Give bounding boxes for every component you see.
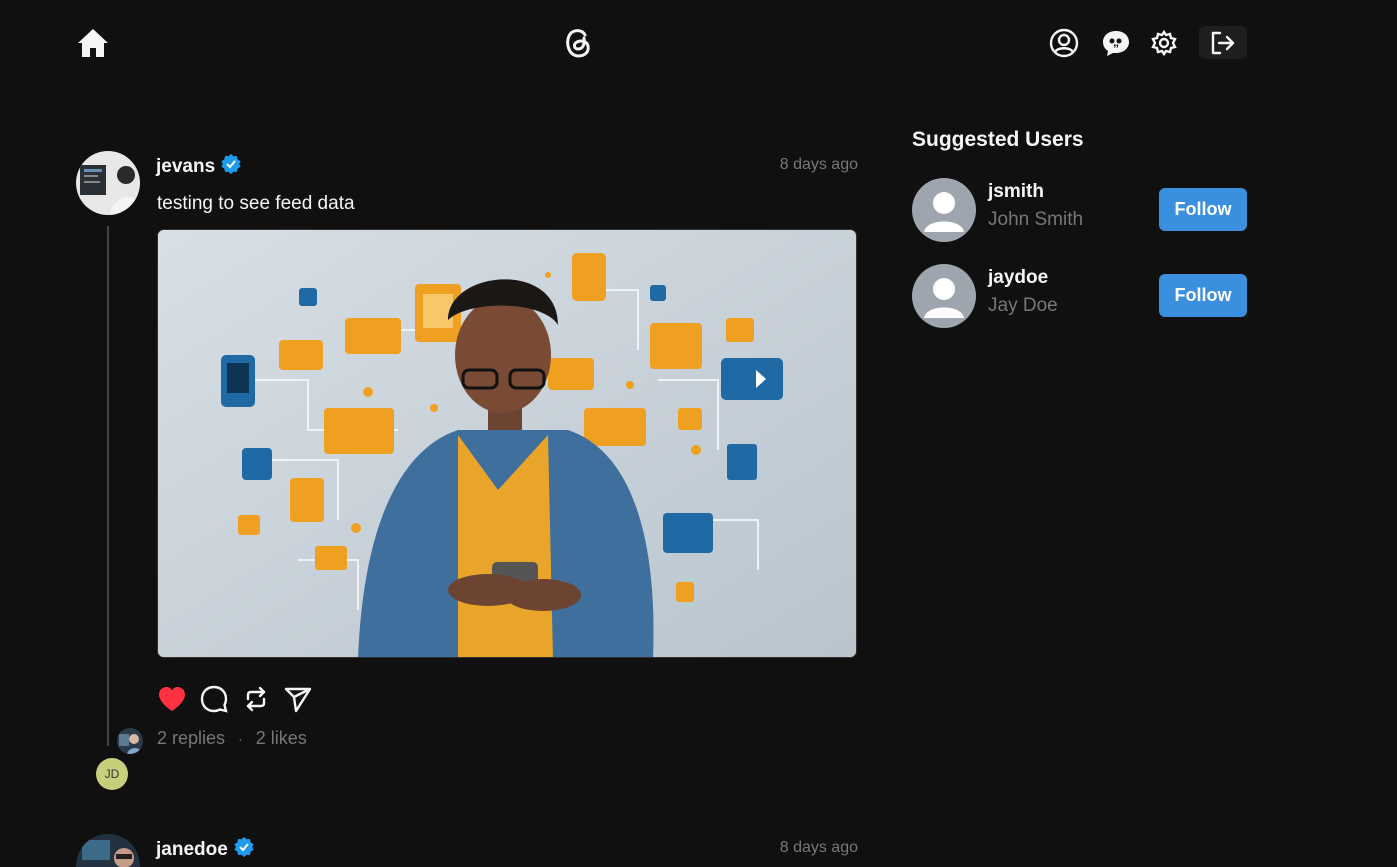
avatar[interactable] [76,834,140,867]
share-send-icon[interactable] [283,684,313,714]
verified-badge-icon [221,154,241,180]
suggested-username[interactable]: jaydoe [988,267,1048,289]
chat-icon[interactable]: „ [1099,26,1133,60]
likes-count[interactable]: 2 likes [256,728,307,748]
follow-button[interactable]: Follow [1159,188,1247,231]
stats-separator: · [238,731,243,747]
username[interactable]: jevans [156,156,215,178]
suggested-users-title: Suggested Users [912,128,1084,151]
post-stats: 2 replies · 2 likes [157,728,307,749]
post: janedoe 8 days ago [76,834,858,867]
repost-icon[interactable] [241,684,271,714]
follow-button[interactable]: Follow [1159,274,1247,317]
user-circle-icon[interactable] [1047,26,1081,60]
post-author[interactable]: janedoe [156,837,254,863]
post: jevans 8 days ago testing to see feed da… [76,151,858,791]
suggested-fullname: Jay Doe [988,295,1058,316]
home-icon[interactable] [76,26,110,60]
suggested-user: jsmith John Smith Follow [912,178,1247,242]
suggested-fullname: John Smith [988,209,1084,230]
logout-icon[interactable] [1199,26,1247,59]
gear-icon[interactable] [1148,27,1180,59]
post-image[interactable] [157,229,857,658]
post-actions [157,684,313,714]
avatar-placeholder-icon[interactable] [912,264,976,328]
username[interactable]: janedoe [156,839,228,861]
reply-avatar-initials[interactable]: JD [96,758,128,790]
thread-line [107,226,109,746]
comment-icon[interactable] [199,684,229,714]
reply-avatar[interactable] [117,728,143,754]
suggested-user: jaydoe Jay Doe Follow [912,264,1247,328]
post-author[interactable]: jevans [156,154,241,180]
like-heart-icon[interactable] [157,684,187,714]
verified-badge-icon [234,837,254,863]
threads-logo-icon[interactable] [559,24,597,62]
avatar-placeholder-icon[interactable] [912,178,976,242]
post-time: 8 days ago [779,156,858,173]
suggested-username[interactable]: jsmith [988,181,1044,203]
replies-count[interactable]: 2 replies [157,728,225,748]
avatar[interactable] [76,151,140,215]
post-text: testing to see feed data [157,193,355,214]
post-time: 8 days ago [779,839,858,856]
